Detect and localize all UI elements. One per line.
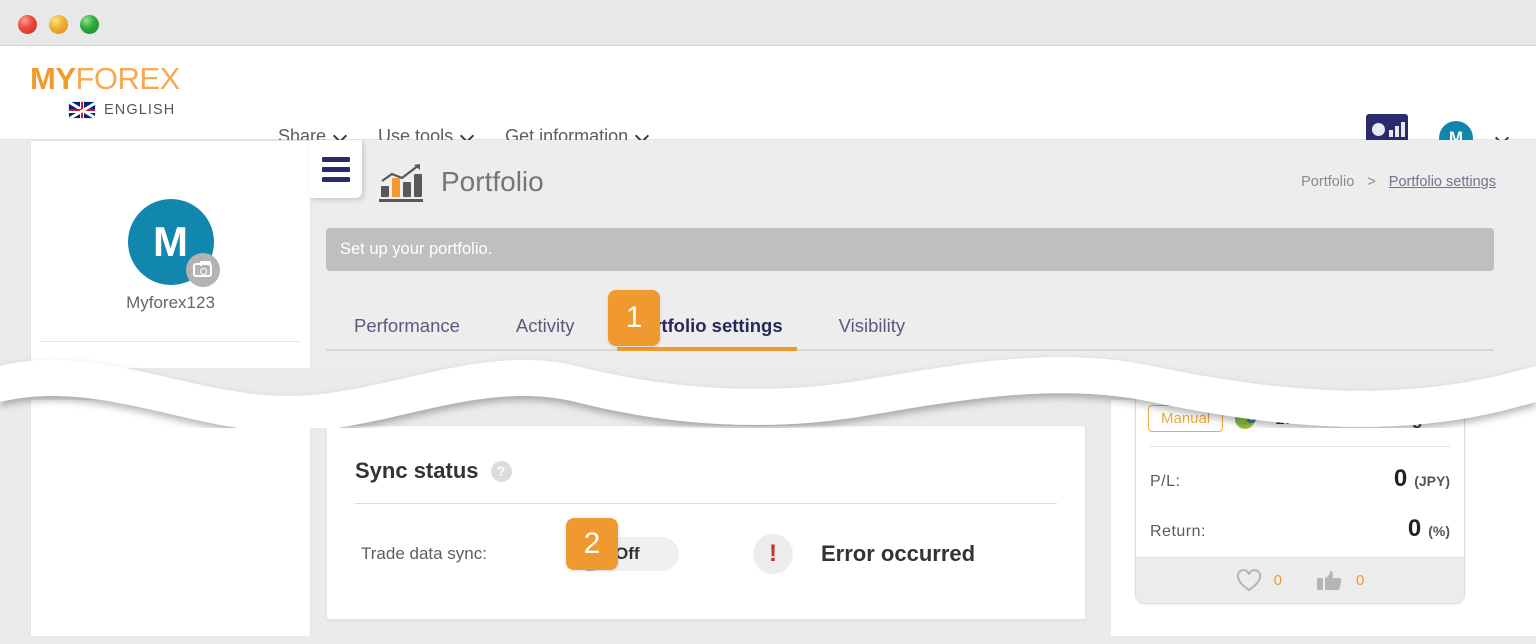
hamburger-icon[interactable] — [310, 140, 362, 198]
window-controls — [18, 15, 99, 34]
window-titlebar — [0, 0, 1536, 46]
minimize-button[interactable] — [49, 15, 68, 34]
account-card-footer: 0 0 — [1136, 557, 1464, 603]
breadcrumb-parent[interactable]: Portfolio — [1301, 174, 1354, 190]
profile-username: Myforex123 — [126, 293, 215, 312]
sidebar-divider — [41, 341, 300, 342]
account-row-pl: P/L: 0 (JPY) — [1150, 465, 1450, 493]
page-header: Portfolio Portfolio > Portfolio settings… — [311, 140, 1536, 368]
page-title: Portfolio — [441, 166, 544, 197]
profile-sidebar: M Myforex123 — [30, 140, 311, 368]
bar-chart-icon — [379, 162, 423, 202]
sync-card-divider — [355, 503, 1057, 504]
heart-icon — [1236, 568, 1261, 591]
bottom-strip — [0, 636, 1536, 644]
account-row-pl-value: 0 — [1393, 465, 1408, 492]
sync-status-card: Sync status ? Trade data sync: Off ! Err… — [326, 425, 1086, 620]
logo-bold: MY — [30, 61, 76, 96]
exclamation-icon: ! — [753, 534, 793, 574]
account-card-divider — [1150, 446, 1450, 447]
account-row-return-key: Return: — [1150, 523, 1206, 540]
account-row-return-value: 0 — [1407, 515, 1422, 542]
language-label: ENGLISH — [104, 102, 176, 118]
step-badge-2: 2 — [566, 518, 618, 570]
account-row-return: Return: 0 (%) — [1150, 515, 1450, 543]
tab-visibility[interactable]: Visibility — [811, 315, 933, 349]
sidebar-lower-column — [30, 400, 311, 644]
tab-performance[interactable]: Performance — [326, 315, 488, 349]
account-row-return-unit: (%) — [1428, 523, 1450, 539]
account-column: Manual 5 1:400 XMTrading P/L: 0 (JPY) — [1110, 392, 1536, 644]
sync-status-title-row: Sync status ? — [355, 458, 512, 484]
page-body: Sync status ? Trade data sync: Off ! Err… — [0, 392, 1536, 644]
sync-status-title: Sync status — [355, 458, 479, 483]
tab-activity[interactable]: Activity — [488, 315, 603, 349]
trade-data-sync-row: Trade data sync: Off ! Error occurred — [361, 534, 1057, 574]
thumbs-up-icon — [1317, 570, 1342, 590]
like-action[interactable]: 0 — [1316, 569, 1364, 593]
setup-banner: Set up your portfolio. — [326, 228, 1494, 271]
account-row-pl-key: P/L: — [1150, 473, 1181, 490]
step-badge-1: 1 — [608, 290, 660, 346]
torn-page-divider — [0, 357, 1536, 428]
like-count: 0 — [1356, 572, 1365, 589]
breadcrumb-separator: > — [1367, 174, 1376, 190]
logo[interactable]: MYFOREX — [30, 63, 180, 94]
page-title-row: Portfolio — [379, 162, 544, 202]
favorite-action[interactable]: 0 — [1236, 568, 1282, 593]
breadcrumb: Portfolio > Portfolio settings — [1301, 174, 1496, 190]
sync-error-text: Error occurred — [821, 541, 976, 566]
avatar-wrapper: M — [127, 199, 220, 287]
uk-flag-icon — [69, 102, 95, 118]
toggle-state-label: Off — [615, 544, 640, 563]
close-button[interactable] — [18, 15, 37, 34]
trade-data-sync-label: Trade data sync: — [361, 544, 487, 563]
tab-bar: Performance Activity Portfolio settings … — [326, 305, 1494, 351]
app-window: MYFOREX ENGLISH Share Use tools Get info… — [0, 0, 1536, 644]
question-mark-icon[interactable]: ? — [490, 460, 512, 482]
language-selector[interactable]: ENGLISH — [69, 102, 180, 118]
camera-icon[interactable] — [185, 253, 220, 287]
top-navigation-bar: MYFOREX ENGLISH Share Use tools Get info… — [0, 46, 1536, 158]
logo-light: FOREX — [75, 61, 181, 96]
brand-block[interactable]: MYFOREX ENGLISH — [30, 63, 180, 118]
account-row-pl-unit: (JPY) — [1414, 473, 1450, 489]
breadcrumb-current[interactable]: Portfolio settings — [1389, 174, 1496, 190]
maximize-button[interactable] — [80, 15, 99, 34]
favorite-count: 0 — [1273, 572, 1282, 589]
